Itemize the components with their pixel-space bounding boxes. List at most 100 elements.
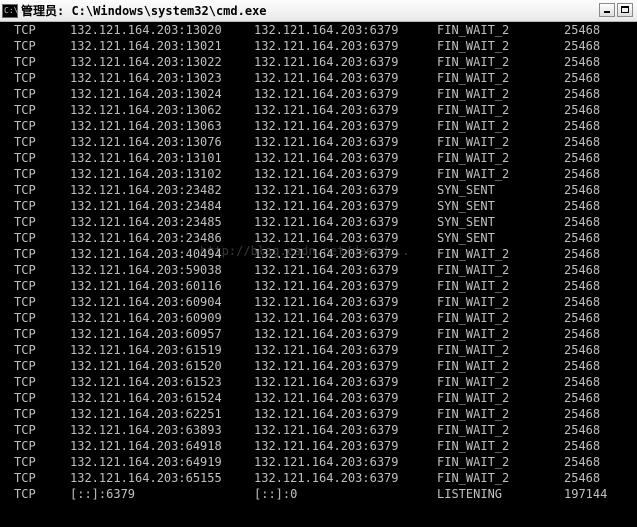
pid-cell: 25468: [564, 183, 601, 197]
state-cell: FIN_WAIT_2: [437, 71, 510, 85]
foreign-address-cell: 132.121.164.203:6379: [254, 391, 399, 405]
state-cell: FIN_WAIT_2: [437, 135, 510, 149]
pid-cell: 25468: [564, 55, 601, 69]
maximize-icon[interactable]: [617, 3, 633, 17]
netstat-row: TCP 132.121.164.203:13022 132.121.164.203:…: [0, 54, 637, 70]
state-cell: FIN_WAIT_2: [437, 391, 510, 405]
protocol-cell: TCP: [14, 71, 36, 85]
pid-cell: 25468: [564, 455, 601, 469]
state-cell: FIN_WAIT_2: [437, 263, 510, 277]
local-address-cell: 132.121.164.203:13101: [70, 151, 222, 165]
local-address-cell: 132.121.164.203:60904: [70, 295, 222, 309]
foreign-address-cell: 132.121.164.203:6379: [254, 119, 399, 133]
state-cell: FIN_WAIT_2: [437, 359, 510, 373]
pid-cell: 25468: [564, 135, 601, 149]
title-bar[interactable]: C:\. 管理员: C:\Windows\system32\cmd.exe: [0, 0, 637, 22]
pid-cell: 25468: [564, 119, 601, 133]
foreign-address-cell: 132.121.164.203:6379: [254, 375, 399, 389]
state-cell: FIN_WAIT_2: [437, 311, 510, 325]
foreign-address-cell: 132.121.164.203:6379: [254, 87, 399, 101]
netstat-row: TCP 132.121.164.203:60957 132.121.164.203:…: [0, 326, 637, 342]
local-address-cell: 132.121.164.203:40494: [70, 247, 222, 261]
cmd-app-icon[interactable]: C:\.: [2, 3, 23, 18]
foreign-address-cell: 132.121.164.203:6379: [254, 55, 399, 69]
foreign-address-cell: 132.121.164.203:6379: [254, 295, 399, 309]
netstat-row: TCP 132.121.164.203:59038 132.121.164.203:…: [0, 262, 637, 278]
minimize-icon[interactable]: [599, 3, 615, 17]
netstat-row: TCP 132.121.164.203:13020 132.121.164.203:…: [0, 22, 637, 38]
netstat-row: TCP 132.121.164.203:60116 132.121.164.203:…: [0, 278, 637, 294]
pid-cell: 25468: [564, 87, 601, 101]
state-cell: SYN_SENT: [437, 183, 495, 197]
local-address-cell: 132.121.164.203:23482: [70, 183, 222, 197]
local-address-cell: [::]:6379: [70, 487, 136, 501]
window-title: 管理员: C:\Windows\system32\cmd.exe: [21, 4, 267, 18]
local-address-cell: 132.121.164.203:60957: [70, 327, 222, 341]
pid-cell: 25468: [564, 167, 601, 181]
state-cell: FIN_WAIT_2: [437, 327, 510, 341]
pid-cell: 25468: [564, 231, 601, 245]
protocol-cell: TCP: [14, 263, 36, 277]
foreign-address-cell: 132.121.164.203:6379: [254, 343, 399, 357]
pid-cell: 25468: [564, 279, 601, 293]
pid-cell: 25468: [564, 215, 601, 229]
foreign-address-cell: 132.121.164.203:6379: [254, 183, 399, 197]
protocol-cell: TCP: [14, 327, 36, 341]
netstat-row: TCP 132.121.164.203:13076 132.121.164.203:…: [0, 134, 637, 150]
state-cell: FIN_WAIT_2: [437, 439, 510, 453]
foreign-address-cell: 132.121.164.203:6379: [254, 39, 399, 53]
protocol-cell: TCP: [14, 359, 36, 373]
state-cell: FIN_WAIT_2: [437, 55, 510, 69]
netstat-row: TCP 132.121.164.203:65155 132.121.164.203:…: [0, 470, 637, 486]
foreign-address-cell: 132.121.164.203:6379: [254, 167, 399, 181]
netstat-row: TCP 132.121.164.203:60909 132.121.164.203:…: [0, 310, 637, 326]
local-address-cell: 132.121.164.203:60116: [70, 279, 222, 293]
netstat-row: TCP [::]:6379 [::]:0 LISTENING 197144: [0, 486, 637, 502]
cmd-window: C:\. 管理员: C:\Windows\system32\cmd.exe TC…: [0, 0, 637, 527]
protocol-cell: TCP: [14, 87, 36, 101]
foreign-address-cell: 132.121.164.203:6379: [254, 23, 399, 37]
protocol-cell: TCP: [14, 39, 36, 53]
netstat-row: TCP 132.121.164.203:23482 132.121.164.203:…: [0, 182, 637, 198]
local-address-cell: 132.121.164.203:61524: [70, 391, 222, 405]
state-cell: FIN_WAIT_2: [437, 295, 510, 309]
state-cell: SYN_SENT: [437, 215, 495, 229]
netstat-row: TCP 132.121.164.203:13062 132.121.164.203:…: [0, 102, 637, 118]
state-cell: FIN_WAIT_2: [437, 87, 510, 101]
console-output[interactable]: TCP 132.121.164.203:13020 132.121.164.203:…: [0, 22, 637, 527]
foreign-address-cell: 132.121.164.203:6379: [254, 71, 399, 85]
state-cell: SYN_SENT: [437, 199, 495, 213]
pid-cell: 25468: [564, 247, 601, 261]
protocol-cell: TCP: [14, 295, 36, 309]
local-address-cell: 132.121.164.203:64919: [70, 455, 222, 469]
foreign-address-cell: 132.121.164.203:6379: [254, 471, 399, 485]
foreign-address-cell: 132.121.164.203:6379: [254, 423, 399, 437]
local-address-cell: 132.121.164.203:13063: [70, 119, 222, 133]
foreign-address-cell: 132.121.164.203:6379: [254, 215, 399, 229]
netstat-row: TCP 132.121.164.203:13102 132.121.164.203:…: [0, 166, 637, 182]
state-cell: FIN_WAIT_2: [437, 455, 510, 469]
protocol-cell: TCP: [14, 231, 36, 245]
state-cell: FIN_WAIT_2: [437, 103, 510, 117]
state-cell: FIN_WAIT_2: [437, 343, 510, 357]
local-address-cell: 132.121.164.203:23484: [70, 199, 222, 213]
pid-cell: 25468: [564, 311, 601, 325]
pid-cell: 25468: [564, 151, 601, 165]
local-address-cell: 132.121.164.203:61523: [70, 375, 222, 389]
state-cell: FIN_WAIT_2: [437, 23, 510, 37]
watermark: http://blog.csdn.net/deerd...: [200, 244, 410, 258]
protocol-cell: TCP: [14, 311, 36, 325]
pid-cell: 25468: [564, 391, 601, 405]
local-address-cell: 132.121.164.203:13024: [70, 87, 222, 101]
netstat-row: TCP 132.121.164.203:63893 132.121.164.203:…: [0, 422, 637, 438]
pid-cell: 25468: [564, 343, 601, 357]
protocol-cell: TCP: [14, 199, 36, 213]
local-address-cell: 132.121.164.203:23486: [70, 231, 222, 245]
local-address-cell: 132.121.164.203:65155: [70, 471, 222, 485]
protocol-cell: TCP: [14, 439, 36, 453]
pid-cell: 25468: [564, 199, 601, 213]
local-address-cell: 132.121.164.203:23485: [70, 215, 222, 229]
foreign-address-cell: 132.121.164.203:6379: [254, 327, 399, 341]
pid-cell: 25468: [564, 359, 601, 373]
state-cell: FIN_WAIT_2: [437, 151, 510, 165]
